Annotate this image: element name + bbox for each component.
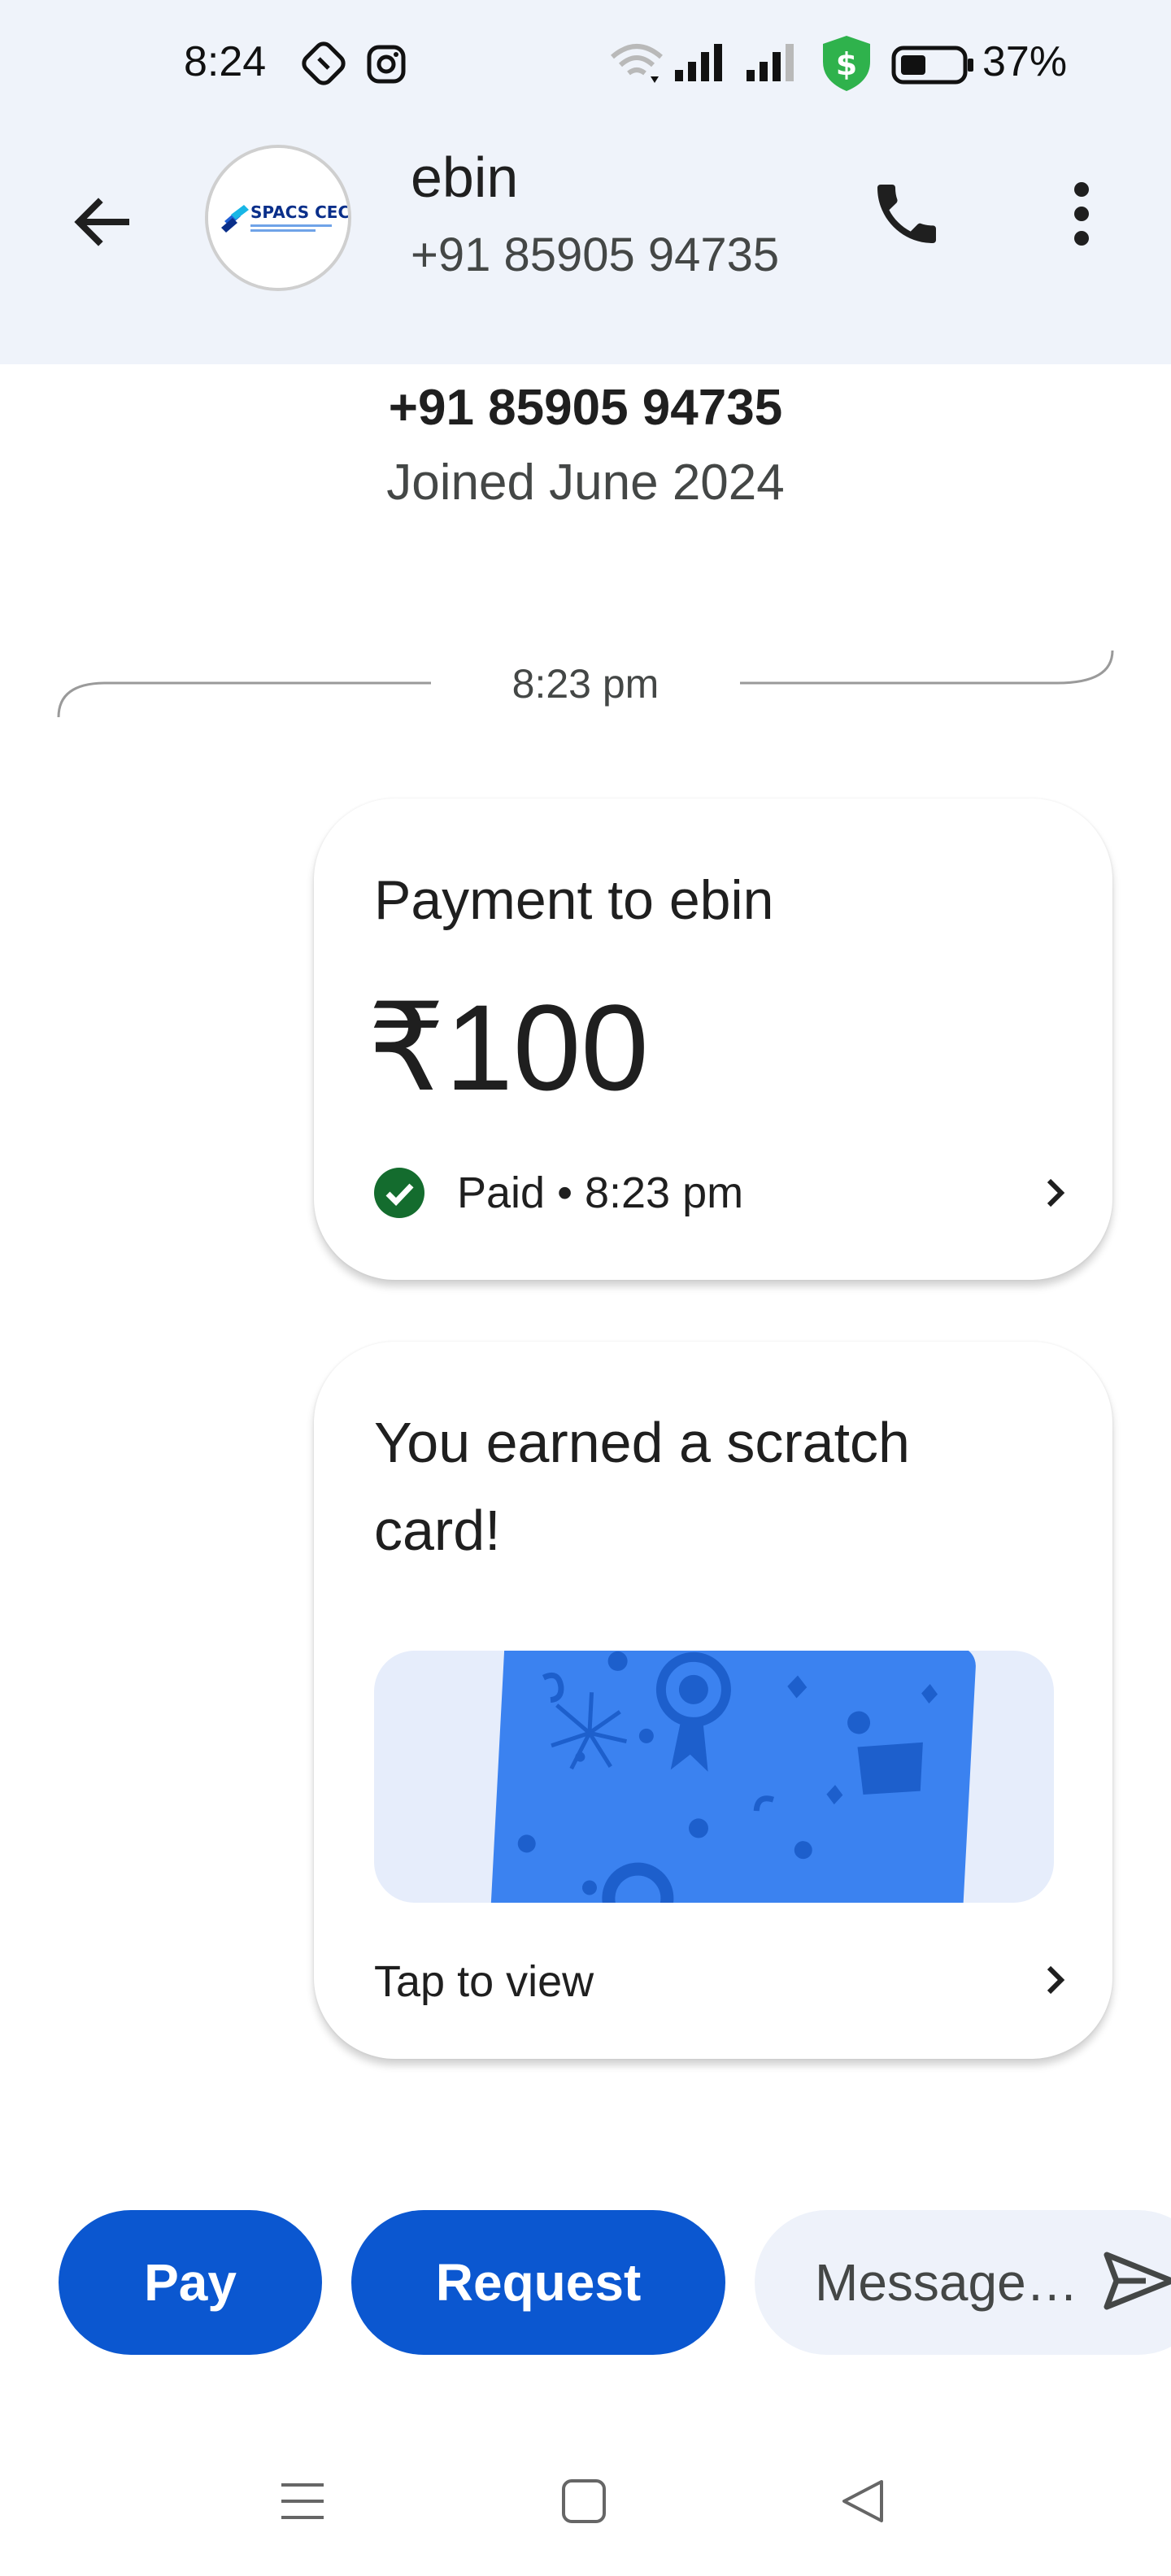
battery-icon [891,46,976,89]
payment-status: Paid • 8:23 pm [457,1168,744,1217]
nav-home-button[interactable] [543,2462,625,2543]
security-shield-icon: $ [818,34,875,97]
scratch-card-title: You earned a scratch card! [374,1411,910,1562]
instagram-icon [366,44,407,89]
scratch-card-illustration-icon [489,1651,976,1903]
tap-to-view-label: Tap to view [374,1957,594,2006]
more-vert-icon [1069,177,1094,255]
scratch-card-image[interactable] [374,1651,1054,1903]
more-options-button[interactable] [1041,171,1122,260]
chevron-right-icon [1036,1961,1073,1999]
scratch-card[interactable]: You earned a scratch card! Tap to view [314,1342,1112,2059]
send-button[interactable] [1096,2239,1171,2326]
signal-icon [673,42,727,87]
home-icon [560,2478,607,2529]
payment-status-row[interactable]: Paid • 8:23 pm [374,1156,1073,1229]
status-time: 8:24 [184,38,267,85]
system-nav-bar [0,2423,1171,2576]
signal-icon [745,42,799,87]
battery-percent: 37% [982,38,1068,85]
shazam-icon [301,41,346,90]
pay-button[interactable]: Pay [59,2210,322,2355]
nav-back-button[interactable] [821,2462,903,2543]
call-button[interactable] [862,171,951,260]
tap-to-view-row[interactable]: Tap to view [374,1943,1073,2017]
check-circle-icon [374,1168,424,1218]
chat-header: SPACS CEC ebin +91 85905 94735 [0,130,1171,364]
profile-joined: Joined June 2024 [386,455,785,511]
svg-text:$: $ [836,46,857,82]
request-button[interactable]: Request [351,2210,725,2355]
payment-title: Payment to ebin [374,869,774,931]
svg-text:SPACS CEC: SPACS CEC [250,202,348,222]
contact-phone: +91 85905 94735 [411,228,780,281]
send-icon [1102,2248,1171,2317]
back-button[interactable] [57,179,146,268]
top-area: 8:24 $ 37% SPACS CEC ebin +91 85905 9473… [0,0,1171,364]
profile-phone: +91 85905 94735 [388,380,783,436]
wifi-icon [608,41,665,90]
time-divider-label: 8:23 pm [511,661,660,707]
status-bar: 8:24 $ 37% [0,0,1171,130]
contact-name: ebin [411,146,519,209]
back-icon [838,2477,886,2530]
nav-recents-button[interactable] [262,2462,343,2543]
chevron-right-icon [1036,1174,1073,1212]
arrow-back-icon [69,189,134,259]
payment-card[interactable]: Payment to ebin ₹100 Paid • 8:23 pm [314,798,1112,1280]
avatar[interactable]: SPACS CEC [205,145,351,291]
message-compose [755,2210,1171,2355]
phone-icon [868,175,946,257]
payment-amount: ₹100 [368,979,649,1116]
message-input[interactable] [813,2210,1090,2355]
recents-icon [278,2477,327,2530]
spacs-logo-icon: SPACS CEC [208,148,348,288]
